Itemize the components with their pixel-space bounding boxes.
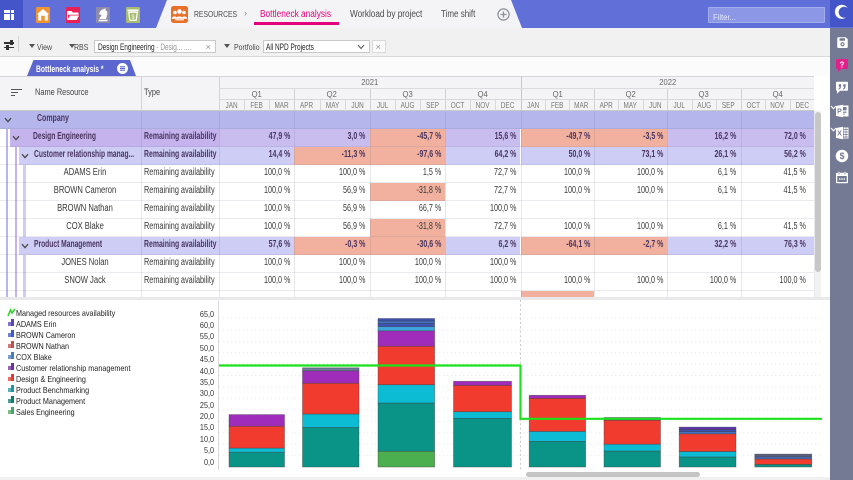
svg-text:X: X (837, 131, 842, 138)
svg-text:?: ? (840, 60, 845, 69)
svg-text:P: P (837, 109, 842, 116)
svg-text:$: $ (840, 151, 845, 161)
